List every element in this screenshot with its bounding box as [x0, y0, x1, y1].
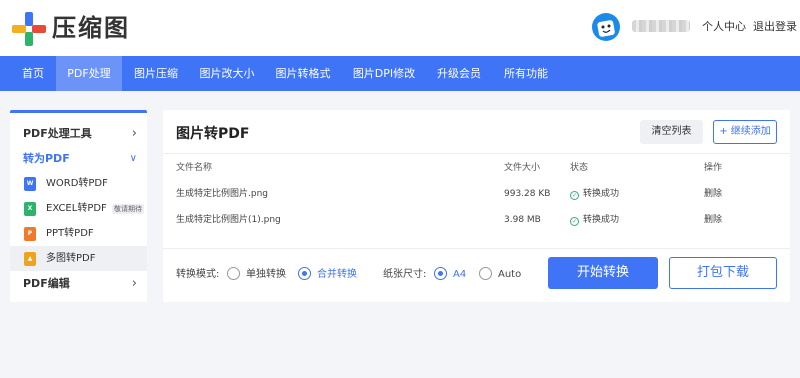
chevron-right-icon: › — [131, 126, 137, 141]
delete-link[interactable]: 删除 — [704, 214, 722, 226]
username-blurred — [632, 20, 690, 32]
add-more-button[interactable]: + 继续添加 — [713, 120, 777, 144]
nav-image-format[interactable]: 图片转格式 — [266, 56, 340, 91]
file-size: 3.98 MB — [504, 215, 541, 225]
sidebar-item-word-to-pdf[interactable]: W WORD转PDF — [10, 171, 147, 196]
sidebar-group-pdf-edit[interactable]: PDF编辑 › — [10, 271, 147, 297]
column-header-status: 状态 — [570, 163, 589, 173]
sidebar-item-label: PPT转PDF — [46, 228, 94, 239]
sidebar-group-label: 转为PDF — [23, 152, 70, 165]
main-nav: 首页 PDF处理 图片压缩 图片改大小 图片转格式 图片DPI修改 升级会员 所… — [0, 56, 800, 91]
status-text: 转换成功 — [583, 189, 620, 199]
start-convert-button[interactable]: 开始转换 — [548, 257, 658, 289]
top-header: 压缩图 个人中心 退出登录 — [0, 0, 800, 56]
chevron-down-icon: ∨ — [129, 153, 137, 164]
paper-size-label: 纸张尺寸: — [383, 269, 427, 280]
paper-a4-radio[interactable] — [434, 267, 447, 280]
nav-home[interactable]: 首页 — [12, 56, 54, 91]
nav-image-dpi[interactable]: 图片DPI修改 — [342, 56, 426, 91]
status-cell: ✓ 转换成功 — [570, 188, 619, 200]
clear-list-button[interactable]: 清空列表 — [640, 120, 703, 144]
check-circle-icon: ✓ — [570, 217, 579, 226]
ppt-icon: P — [24, 227, 36, 241]
nav-upgrade[interactable]: 升级会员 — [428, 56, 490, 91]
mode-label: 转换模式: — [176, 269, 220, 280]
sidebar-group-label: PDF编辑 — [23, 277, 70, 290]
logo-icon[interactable] — [12, 12, 46, 46]
word-icon: W — [24, 177, 36, 191]
check-circle-icon: ✓ — [570, 191, 579, 200]
sidebar-group-pdf-tools[interactable]: PDF处理工具 › — [10, 121, 147, 147]
file-name: 生成特定比例图片.png — [176, 189, 268, 199]
main-panel: 图片转PDF 清空列表 + 继续添加 文件名称 文件大小 状态 操作 生成特定比… — [163, 110, 790, 302]
sidebar: PDF处理工具 › 转为PDF ∨ W WORD转PDF X EXCEL转PDF… — [10, 110, 147, 302]
image-pdf-icon: ▲ — [24, 252, 36, 266]
file-size: 993.28 KB — [504, 189, 551, 199]
user-center-link[interactable]: 个人中心 — [702, 19, 746, 35]
column-header-action: 操作 — [704, 163, 723, 173]
paper-auto-label[interactable]: Auto — [498, 268, 521, 282]
sidebar-item-label: WORD转PDF — [46, 178, 108, 189]
mode-merge-radio[interactable] — [298, 267, 311, 280]
mode-merge-label[interactable]: 合并转换 — [317, 268, 357, 282]
avatar[interactable] — [592, 13, 620, 41]
sidebar-group-to-pdf[interactable]: 转为PDF ∨ — [10, 146, 147, 172]
mode-single-radio[interactable] — [227, 267, 240, 280]
sidebar-item-label: 多图转PDF — [46, 253, 96, 264]
pack-download-button[interactable]: 打包下载 — [669, 257, 777, 289]
avatar-face-icon — [597, 20, 615, 37]
sidebar-group-label: PDF处理工具 — [23, 127, 92, 140]
column-header-filename: 文件名称 — [176, 163, 213, 173]
excel-icon: X — [24, 202, 36, 216]
nav-all-features[interactable]: 所有功能 — [494, 56, 558, 91]
delete-link[interactable]: 删除 — [704, 188, 722, 200]
logout-link[interactable]: 退出登录 — [753, 19, 797, 35]
paper-a4-label[interactable]: A4 — [453, 268, 466, 282]
nav-image-compress[interactable]: 图片压缩 — [124, 56, 188, 91]
coming-soon-badge: 敬请期待 — [111, 204, 144, 214]
column-header-size: 文件大小 — [504, 163, 541, 173]
page-title: 图片转PDF — [176, 126, 250, 142]
nav-image-resize[interactable]: 图片改大小 — [190, 56, 264, 91]
chevron-right-icon: › — [131, 276, 137, 291]
nav-pdf[interactable]: PDF处理 — [56, 56, 122, 91]
status-cell: ✓ 转换成功 — [570, 214, 619, 226]
file-name: 生成特定比例图片(1).png — [176, 215, 281, 225]
logo-text[interactable]: 压缩图 — [52, 12, 130, 44]
sidebar-item-images-to-pdf[interactable]: ▲ 多图转PDF — [10, 246, 147, 271]
divider — [163, 153, 790, 154]
mode-single-label[interactable]: 单独转换 — [246, 268, 286, 282]
sidebar-item-excel-to-pdf[interactable]: X EXCEL转PDF 敬请期待 — [10, 196, 147, 221]
status-text: 转换成功 — [583, 215, 620, 225]
sidebar-item-ppt-to-pdf[interactable]: P PPT转PDF — [10, 221, 147, 246]
divider — [163, 248, 790, 249]
sidebar-item-label: EXCEL转PDF — [46, 203, 107, 214]
paper-auto-radio[interactable] — [479, 267, 492, 280]
